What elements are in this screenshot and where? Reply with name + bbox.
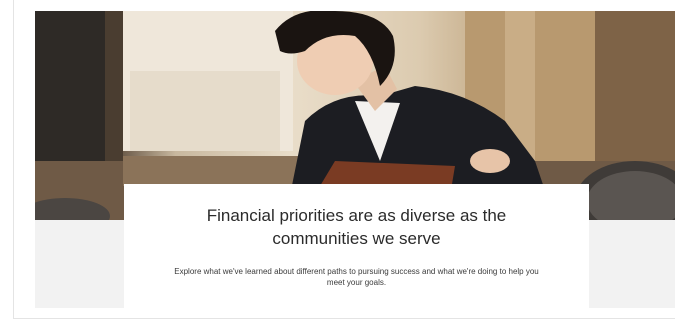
- page: Financial priorities are as diverse as t…: [0, 0, 675, 323]
- feature-description: Explore what we've learned about differe…: [174, 267, 539, 287]
- feature-headline: Financial priorities are as diverse as t…: [206, 206, 507, 248]
- feature-text-panel: Financial priorities are as diverse as t…: [124, 184, 589, 308]
